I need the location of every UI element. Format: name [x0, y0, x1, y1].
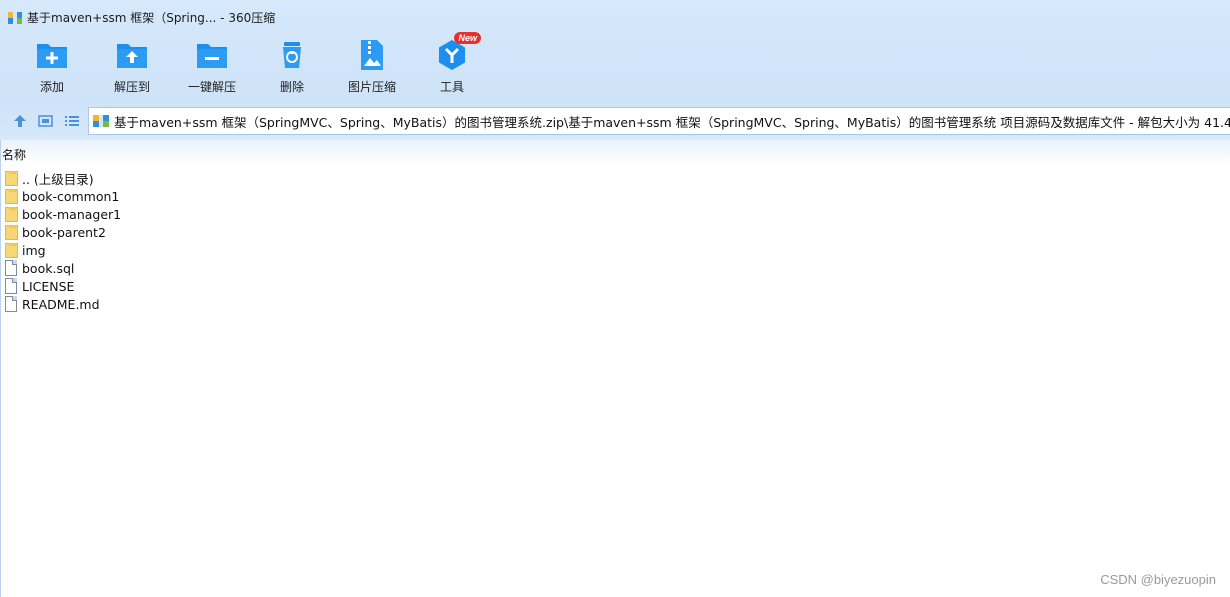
path-text: 基于maven+ssm 框架（SpringMVC、Spring、MyBatis）… — [114, 114, 1230, 130]
list-item-parent-dir[interactable]: .. (上级目录) — [4, 169, 121, 187]
file-list-panel: 名称 .. (上级目录) book-common1 book-manager1 … — [0, 140, 1230, 597]
title-bar: 基于maven+ssm 框架（Spring... - 360压缩 — [0, 0, 1230, 34]
new-badge: New — [454, 32, 481, 44]
folder-icon — [4, 188, 19, 205]
address-bar: 基于maven+ssm 框架（SpringMVC、Spring、MyBatis）… — [0, 102, 1230, 140]
delete-label: 删除 — [279, 80, 304, 94]
list-item[interactable]: book-parent2 — [4, 223, 121, 241]
add-folder-icon — [35, 38, 69, 72]
item-name: img — [22, 242, 46, 258]
file-list: .. (上级目录) book-common1 book-manager1 boo… — [4, 169, 121, 313]
column-header-bar — [1, 140, 1230, 164]
folder-icon — [4, 206, 19, 223]
item-name: .. (上级目录) — [22, 171, 94, 187]
image-compress-label: 图片压缩 — [347, 80, 396, 94]
item-name: book-manager1 — [22, 206, 122, 222]
extract-to-button[interactable]: 解压到 — [92, 38, 172, 98]
list-item[interactable]: book-common1 — [4, 187, 121, 205]
extract-to-icon — [115, 38, 149, 72]
folder-icon — [4, 242, 19, 259]
delete-bin-icon — [275, 38, 309, 72]
column-header-name[interactable]: 名称 — [1, 146, 26, 164]
tools-label: 工具 — [439, 80, 464, 94]
file-icon — [4, 295, 19, 313]
thumbnail-view-icon[interactable] — [37, 112, 55, 130]
folder-icon — [4, 170, 19, 187]
up-arrow-icon[interactable] — [11, 112, 29, 130]
archive-icon — [93, 113, 109, 129]
path-field[interactable]: 基于maven+ssm 框架（SpringMVC、Spring、MyBatis）… — [88, 107, 1230, 135]
one-click-extract-label: 一键解压 — [187, 80, 236, 94]
list-item[interactable]: book.sql — [4, 259, 121, 277]
toolbar: 添加 解压到 一键解压 删除 图片压缩 New 工具 — [0, 32, 1230, 102]
image-compress-icon — [355, 38, 389, 72]
item-name: LICENSE — [22, 278, 75, 294]
file-icon — [4, 259, 19, 277]
folder-icon — [4, 224, 19, 241]
item-name: book-common1 — [22, 188, 120, 204]
list-item[interactable]: book-manager1 — [4, 205, 121, 223]
tools-icon: New — [435, 32, 481, 72]
file-icon — [4, 277, 19, 295]
add-label: 添加 — [39, 80, 64, 94]
list-item[interactable]: LICENSE — [4, 277, 121, 295]
list-item[interactable]: README.md — [4, 295, 121, 313]
archive-app-icon — [8, 10, 22, 24]
list-view-icon[interactable] — [63, 112, 81, 130]
image-compress-button[interactable]: 图片压缩 — [332, 38, 412, 98]
watermark: CSDN @biyezuopin — [1100, 572, 1216, 587]
list-item[interactable]: img — [4, 241, 121, 259]
extract-to-label: 解压到 — [113, 80, 150, 94]
item-name: book-parent2 — [22, 224, 106, 240]
item-name: book.sql — [22, 260, 75, 276]
window-title: 基于maven+ssm 框架（Spring... - 360压缩 — [27, 10, 276, 25]
add-button[interactable]: 添加 — [12, 38, 92, 98]
delete-button[interactable]: 删除 — [252, 38, 332, 98]
one-click-extract-button[interactable]: 一键解压 — [172, 38, 252, 98]
one-click-extract-icon — [195, 38, 229, 72]
tools-button[interactable]: New 工具 — [412, 32, 492, 98]
item-name: README.md — [22, 296, 100, 312]
